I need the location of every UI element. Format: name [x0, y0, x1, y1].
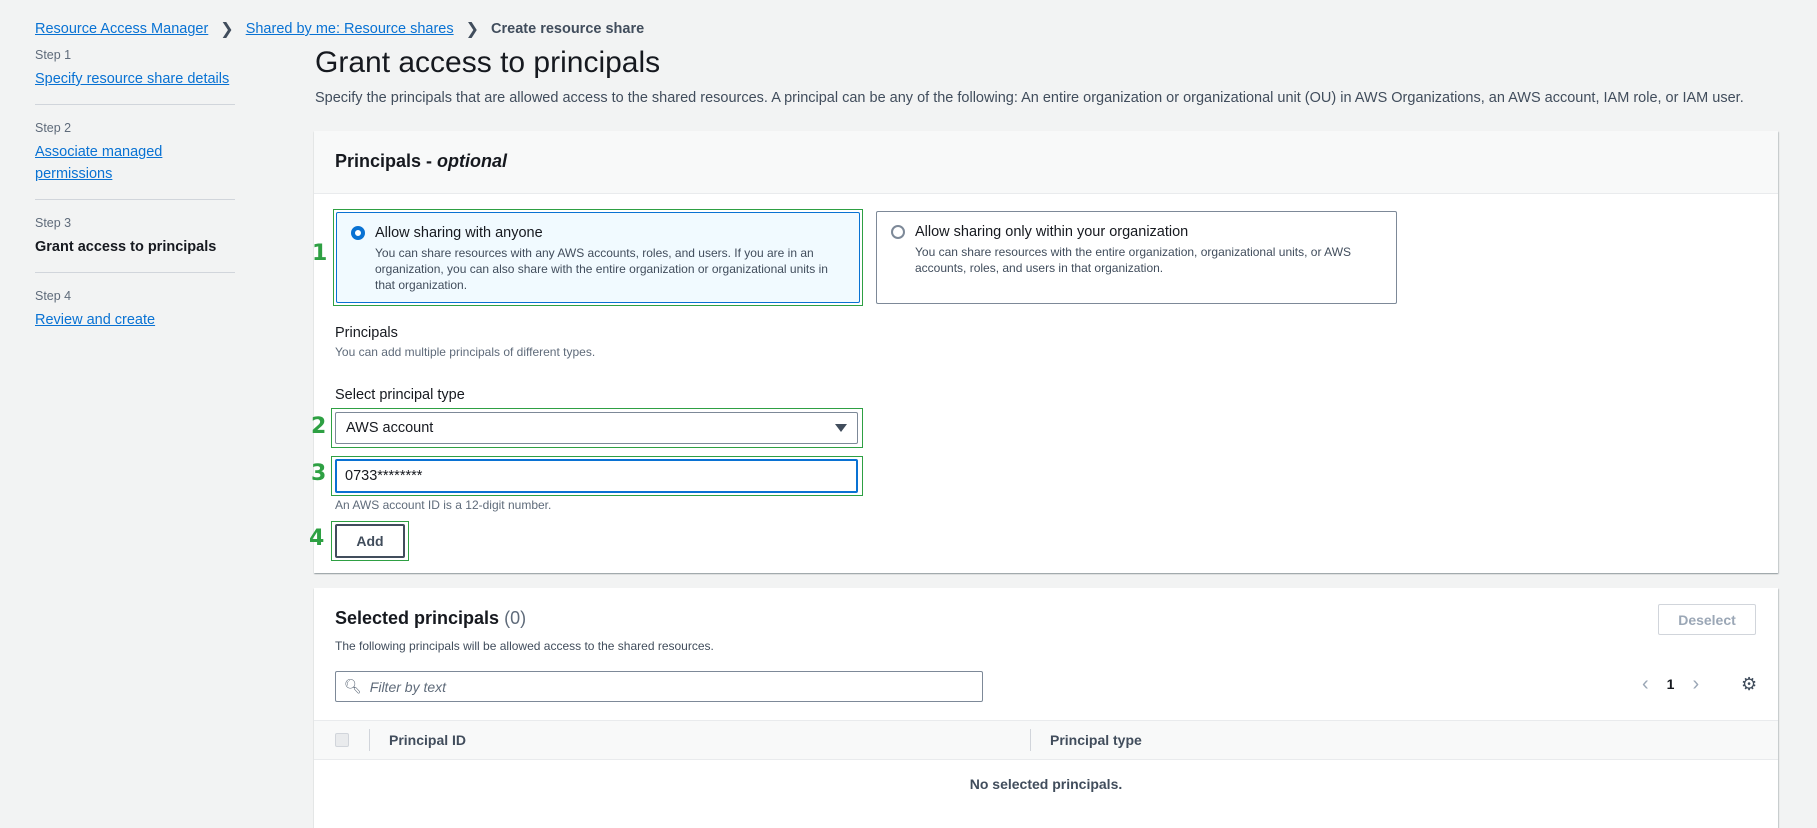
page-number[interactable]: 1	[1667, 676, 1675, 692]
step-link-review-create[interactable]: Review and create	[35, 312, 155, 328]
annotation-marker-2: 2	[311, 414, 327, 439]
page-title: Grant access to principals	[315, 46, 661, 79]
annotation-marker-1: 1	[312, 241, 328, 266]
column-divider	[1030, 729, 1031, 751]
search-icon: 🔍︎	[344, 678, 362, 694]
radio-description: You can share resources with the entire …	[915, 245, 1352, 275]
selected-principals-title-text: Selected principals	[335, 608, 500, 628]
chevron-left-icon[interactable]: ‹	[1642, 674, 1649, 694]
selected-principals-panel: Selected principals (0) The following pr…	[314, 588, 1778, 828]
panel-title-text: Principals -	[335, 151, 438, 171]
radio-unselected-icon	[891, 225, 905, 239]
table-header: Principal ID Principal type	[314, 720, 1778, 760]
column-principal-id[interactable]: Principal ID	[389, 732, 466, 748]
chevron-right-icon[interactable]: ›	[1692, 674, 1699, 694]
step-1: Step 1 Specify resource share details	[35, 48, 235, 105]
gear-icon[interactable]: ⚙	[1741, 674, 1757, 695]
account-id-input[interactable]: 0733********	[335, 459, 858, 493]
breadcrumb-current: Create resource share	[491, 21, 645, 37]
filter-input[interactable]: 🔍︎ Filter by text	[335, 671, 983, 702]
principals-panel: Principals - optional 1 Allow sharing wi…	[309, 131, 1778, 573]
deselect-button[interactable]: Deselect	[1658, 604, 1756, 635]
step-number: Step 2	[35, 121, 72, 135]
empty-state: No selected principals.	[969, 776, 1123, 792]
column-divider	[369, 729, 370, 751]
column-principal-type[interactable]: Principal type	[1050, 732, 1142, 748]
selected-principals-description: The following principals will be allowed…	[335, 639, 714, 653]
step-link-associate-permissions[interactable]: Associate managed permissions	[35, 141, 175, 185]
step-number: Step 3	[35, 216, 72, 230]
principals-description: You can add multiple principals of diffe…	[335, 345, 596, 359]
selected-count: (0)	[504, 608, 527, 628]
select-all-checkbox[interactable]	[335, 733, 349, 747]
caret-down-icon	[835, 424, 847, 432]
panel-header: Principals - optional	[314, 131, 1778, 194]
radio-allow-anyone[interactable]: Allow sharing with anyone You can share …	[336, 212, 860, 303]
breadcrumb: Resource Access Manager ❯ Shared by me: …	[35, 19, 644, 39]
principal-type-select[interactable]: AWS account	[335, 412, 858, 444]
step-3: Step 3 Grant access to principals	[35, 216, 235, 273]
step-number: Step 1	[35, 48, 72, 62]
annotation-marker-3: 3	[311, 461, 327, 486]
radio-label: Allow sharing with anyone	[375, 225, 543, 241]
step-2: Step 2 Associate managed permissions	[35, 121, 235, 200]
chevron-right-icon: ❯	[220, 21, 234, 38]
pagination: ‹ 1 ›	[1642, 674, 1699, 694]
page-description: Specify the principals that are allowed …	[315, 90, 1744, 106]
wizard-steps: Step 1 Specify resource share details St…	[35, 48, 235, 361]
account-id-hint: An AWS account ID is a 12-digit number.	[335, 498, 552, 512]
select-principal-type-label: Select principal type	[335, 387, 465, 403]
step-link-specify-details[interactable]: Specify resource share details	[35, 71, 229, 87]
input-value: 0733********	[345, 468, 423, 484]
breadcrumb-resource-shares[interactable]: Shared by me: Resource shares	[246, 21, 454, 37]
step-4: Step 4 Review and create	[35, 289, 235, 345]
panel-title: Principals - optional	[335, 151, 507, 172]
breadcrumb-resource-access-manager[interactable]: Resource Access Manager	[35, 21, 208, 37]
filter-placeholder: Filter by text	[369, 678, 447, 695]
radio-label: Allow sharing only within your organizat…	[915, 224, 1189, 240]
radio-selected-icon	[351, 226, 365, 240]
radio-within-organization[interactable]: Allow sharing only within your organizat…	[876, 211, 1397, 304]
select-value: AWS account	[346, 420, 434, 436]
annotation-marker-4: 4	[309, 526, 325, 551]
step-number: Step 4	[35, 289, 72, 303]
step-current-grant-access: Grant access to principals	[35, 239, 217, 255]
panel-title-optional: optional	[437, 151, 508, 171]
chevron-right-icon: ❯	[465, 21, 480, 38]
selected-principals-title: Selected principals (0)	[335, 608, 526, 629]
radio-description: You can share resources with any AWS acc…	[375, 246, 828, 292]
principals-label: Principals	[335, 325, 398, 341]
add-button[interactable]: Add	[335, 524, 405, 558]
